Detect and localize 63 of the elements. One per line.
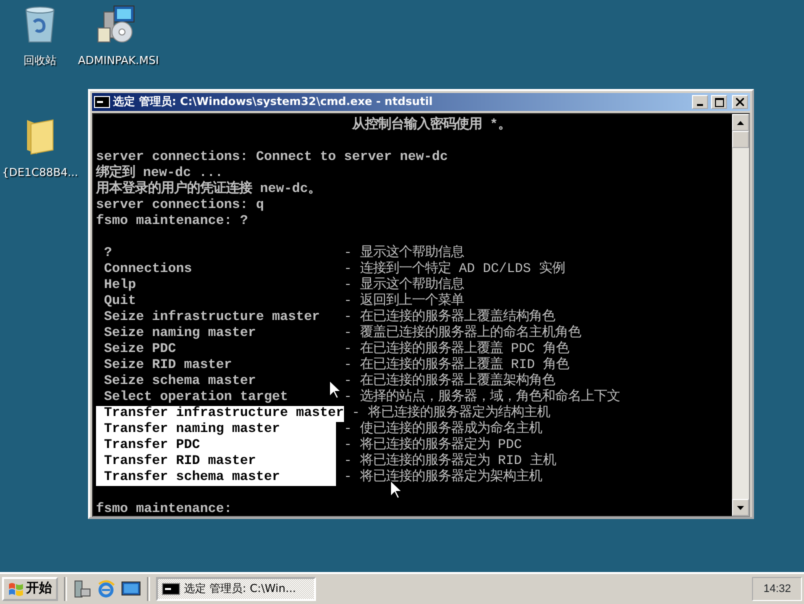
command-name: Transfer PDC (96, 438, 336, 454)
mouse-pointer-icon (329, 380, 341, 399)
command-description: - 将已连接的服务器定为 PDC (344, 438, 522, 453)
command-name: ? (102, 246, 113, 262)
command-name: Transfer naming master (96, 422, 336, 438)
windows-logo-icon (8, 582, 24, 596)
command-name: Seize schema master (102, 374, 257, 390)
command-description: - 覆盖已连接的服务器上的命名主机角色 (344, 326, 581, 341)
scroll-thumb[interactable] (732, 131, 749, 148)
scroll-up-button[interactable] (732, 114, 749, 131)
command-description: - 在已连接的服务器上覆盖 RID 角色 (344, 358, 569, 373)
desktop-icon-label[interactable]: {DE1C88B4... (2, 165, 78, 182)
console-line: 绑定到 new-dc ... (96, 166, 223, 181)
command-description: - 连接到一个特定 AD DC/LDS 实例 (344, 262, 565, 277)
minimize-button[interactable] (692, 95, 708, 109)
command-description: - 将已连接的服务器定为 RID 主机 (344, 454, 556, 469)
command-description: - 显示这个帮助信息 (344, 246, 464, 261)
command-description: - 将已连接的服务器定为结构主机 (352, 406, 550, 421)
start-button[interactable]: 开始 (2, 577, 58, 601)
command-name: Seize naming master (102, 326, 257, 342)
command-name: Quit (102, 294, 137, 310)
clock: 14:32 (763, 582, 791, 597)
maximize-icon (714, 98, 724, 106)
command-name: Seize PDC (102, 342, 177, 358)
monitor-icon[interactable] (121, 580, 141, 598)
taskbar-window-button[interactable]: 选定 管理员: C:\Win... (156, 577, 316, 601)
maximize-button[interactable] (711, 95, 727, 109)
mouse-pointer-icon (390, 480, 402, 499)
browser-icon[interactable] (97, 580, 115, 598)
command-name: Select operation target (102, 390, 289, 406)
console-line: 用本登录的用户的凭证连接 new-dc。 (96, 182, 321, 197)
desktop-icon-label[interactable]: ADMINPAK.MSI (78, 53, 159, 70)
command-description: - 选择的站点，服务器，域，角色和命名上下文 (344, 390, 620, 405)
scroll-down-button[interactable] (732, 499, 749, 516)
console-line: server connections: q (96, 198, 264, 213)
command-description: - 返回到上一个菜单 (344, 294, 464, 309)
close-button[interactable] (732, 95, 748, 109)
scrollbar[interactable] (732, 114, 749, 516)
command-description: - 将已连接的服务器定为架构主机 (344, 470, 542, 486)
command-name: Help (102, 278, 137, 294)
command-name: Transfer infrastructure master (96, 406, 344, 422)
server-icon[interactable] (73, 580, 91, 598)
console-line: 从控制台输入密码使用 *。 (352, 118, 511, 133)
console-icon (162, 583, 180, 595)
command-description: - 在已连接的服务器上覆盖 PDC 角色 (344, 342, 569, 357)
console-line: fsmo maintenance: ? (96, 214, 248, 229)
command-description: - 显示这个帮助信息 (344, 278, 464, 293)
console-line: server connections: Connect to server new-dc (96, 150, 448, 165)
command-name: Seize infrastructure master (102, 310, 321, 326)
command-name: Seize RID master (102, 358, 233, 374)
command-name: Transfer RID master (96, 454, 336, 470)
command-description: - 在已连接的服务器上覆盖架构角色 (344, 374, 555, 389)
command-description: - 使已连接的服务器成为命名主机 (344, 422, 542, 437)
command-name: Connections (102, 262, 193, 278)
console-prompt: fsmo maintenance: (96, 502, 232, 516)
desktop-icon-label[interactable]: 回收站 (24, 53, 56, 70)
down-arrow-icon (737, 506, 744, 510)
close-icon (736, 98, 744, 106)
command-description: - 在已连接的服务器上覆盖结构角色 (344, 310, 555, 325)
console-icon (94, 96, 110, 108)
command-name: Transfer schema master (96, 470, 336, 486)
window-title: 选定 管理员: C:\Windows\system32\cmd.exe - ntdsutil (113, 94, 433, 110)
up-arrow-icon (737, 120, 744, 124)
